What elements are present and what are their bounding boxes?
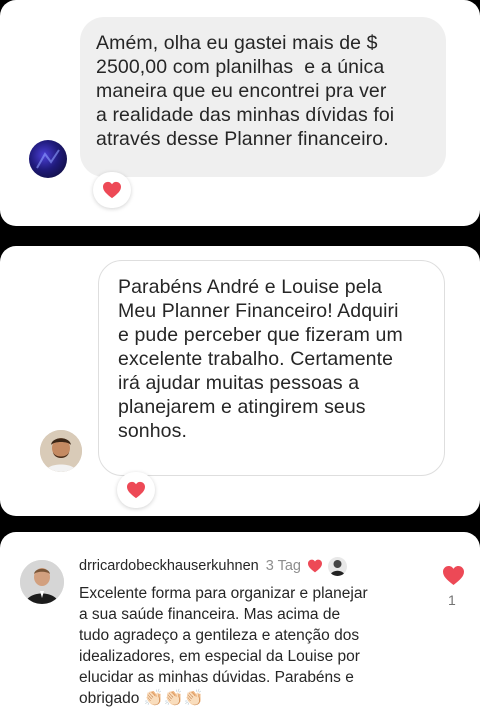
message-bubble[interactable]: Parabéns André e Louise pela Meu Planner… bbox=[98, 260, 445, 476]
sender-avatar[interactable] bbox=[40, 430, 82, 472]
heart-icon bbox=[127, 481, 145, 499]
comment-line-text: obrigado bbox=[79, 690, 140, 707]
message-card-2: Parabéns André e Louise pela Meu Planner… bbox=[0, 246, 480, 516]
message-line: Meu Planner Financeiro! Adquiri bbox=[118, 300, 399, 322]
comment-line: a sua saúde financeira. Mas acima de bbox=[79, 606, 341, 623]
message-line: maneira que eu encontrei pra ver bbox=[96, 80, 387, 102]
message-line: através desse Planner financeiro. bbox=[96, 128, 389, 150]
heart-reaction[interactable] bbox=[117, 472, 155, 508]
username-link[interactable]: drricardobeckhauserkuhnen bbox=[79, 558, 259, 574]
comment-line: tudo agradeço a gentileza e atenção dos bbox=[79, 627, 360, 644]
commenter-avatar[interactable] bbox=[20, 560, 64, 604]
message-line: a realidade das minhas dívidas foi bbox=[96, 104, 395, 126]
comment-line: obrigado 👏🏻👏🏻👏🏻 bbox=[79, 688, 419, 709]
comment-card: drricardobeckhauserkuhnen 3 Tag Excelent… bbox=[0, 532, 480, 724]
comment-header: drricardobeckhauserkuhnen 3 Tag bbox=[79, 556, 347, 576]
heart-reaction[interactable] bbox=[93, 172, 131, 208]
message-line: Parabéns André e Louise pela bbox=[118, 276, 383, 298]
message-line: 2500,00 com planilhas e a única bbox=[96, 56, 385, 78]
message-card-1: Amém, olha eu gastei mais de $ 2500,00 c… bbox=[0, 0, 480, 226]
message-line: sonhos. bbox=[118, 420, 187, 442]
message-line: e pude perceber que fizeram um bbox=[118, 324, 403, 346]
message-line: Amém, olha eu gastei mais de $ bbox=[96, 32, 378, 54]
message-line: irá ajudar muitas pessoas a bbox=[118, 372, 360, 394]
comment-line: elucidar as minhas dúvidas. Parabéns e bbox=[79, 669, 354, 686]
author-avatar bbox=[327, 556, 347, 576]
message-line: excelente trabalho. Certamente bbox=[118, 348, 394, 370]
comment-text: Excelente forma para organizar e planeja… bbox=[79, 583, 419, 709]
comment-time: 3 Tag bbox=[265, 558, 301, 574]
comment-line: Excelente forma para organizar e planeja… bbox=[79, 585, 368, 602]
message-bubble[interactable]: Amém, olha eu gastei mais de $ 2500,00 c… bbox=[80, 17, 446, 177]
heart-icon bbox=[103, 181, 121, 199]
clapping-hands-emoji: 👏🏻👏🏻👏🏻 bbox=[143, 690, 204, 707]
sender-avatar[interactable] bbox=[29, 140, 67, 178]
message-line: planejarem e atingirem seus bbox=[118, 396, 366, 418]
heart-icon bbox=[307, 559, 322, 573]
heart-icon[interactable] bbox=[442, 565, 465, 586]
comment-line: idealizadores, em especial da Louise por bbox=[79, 648, 360, 665]
like-count: 1 bbox=[448, 592, 456, 608]
